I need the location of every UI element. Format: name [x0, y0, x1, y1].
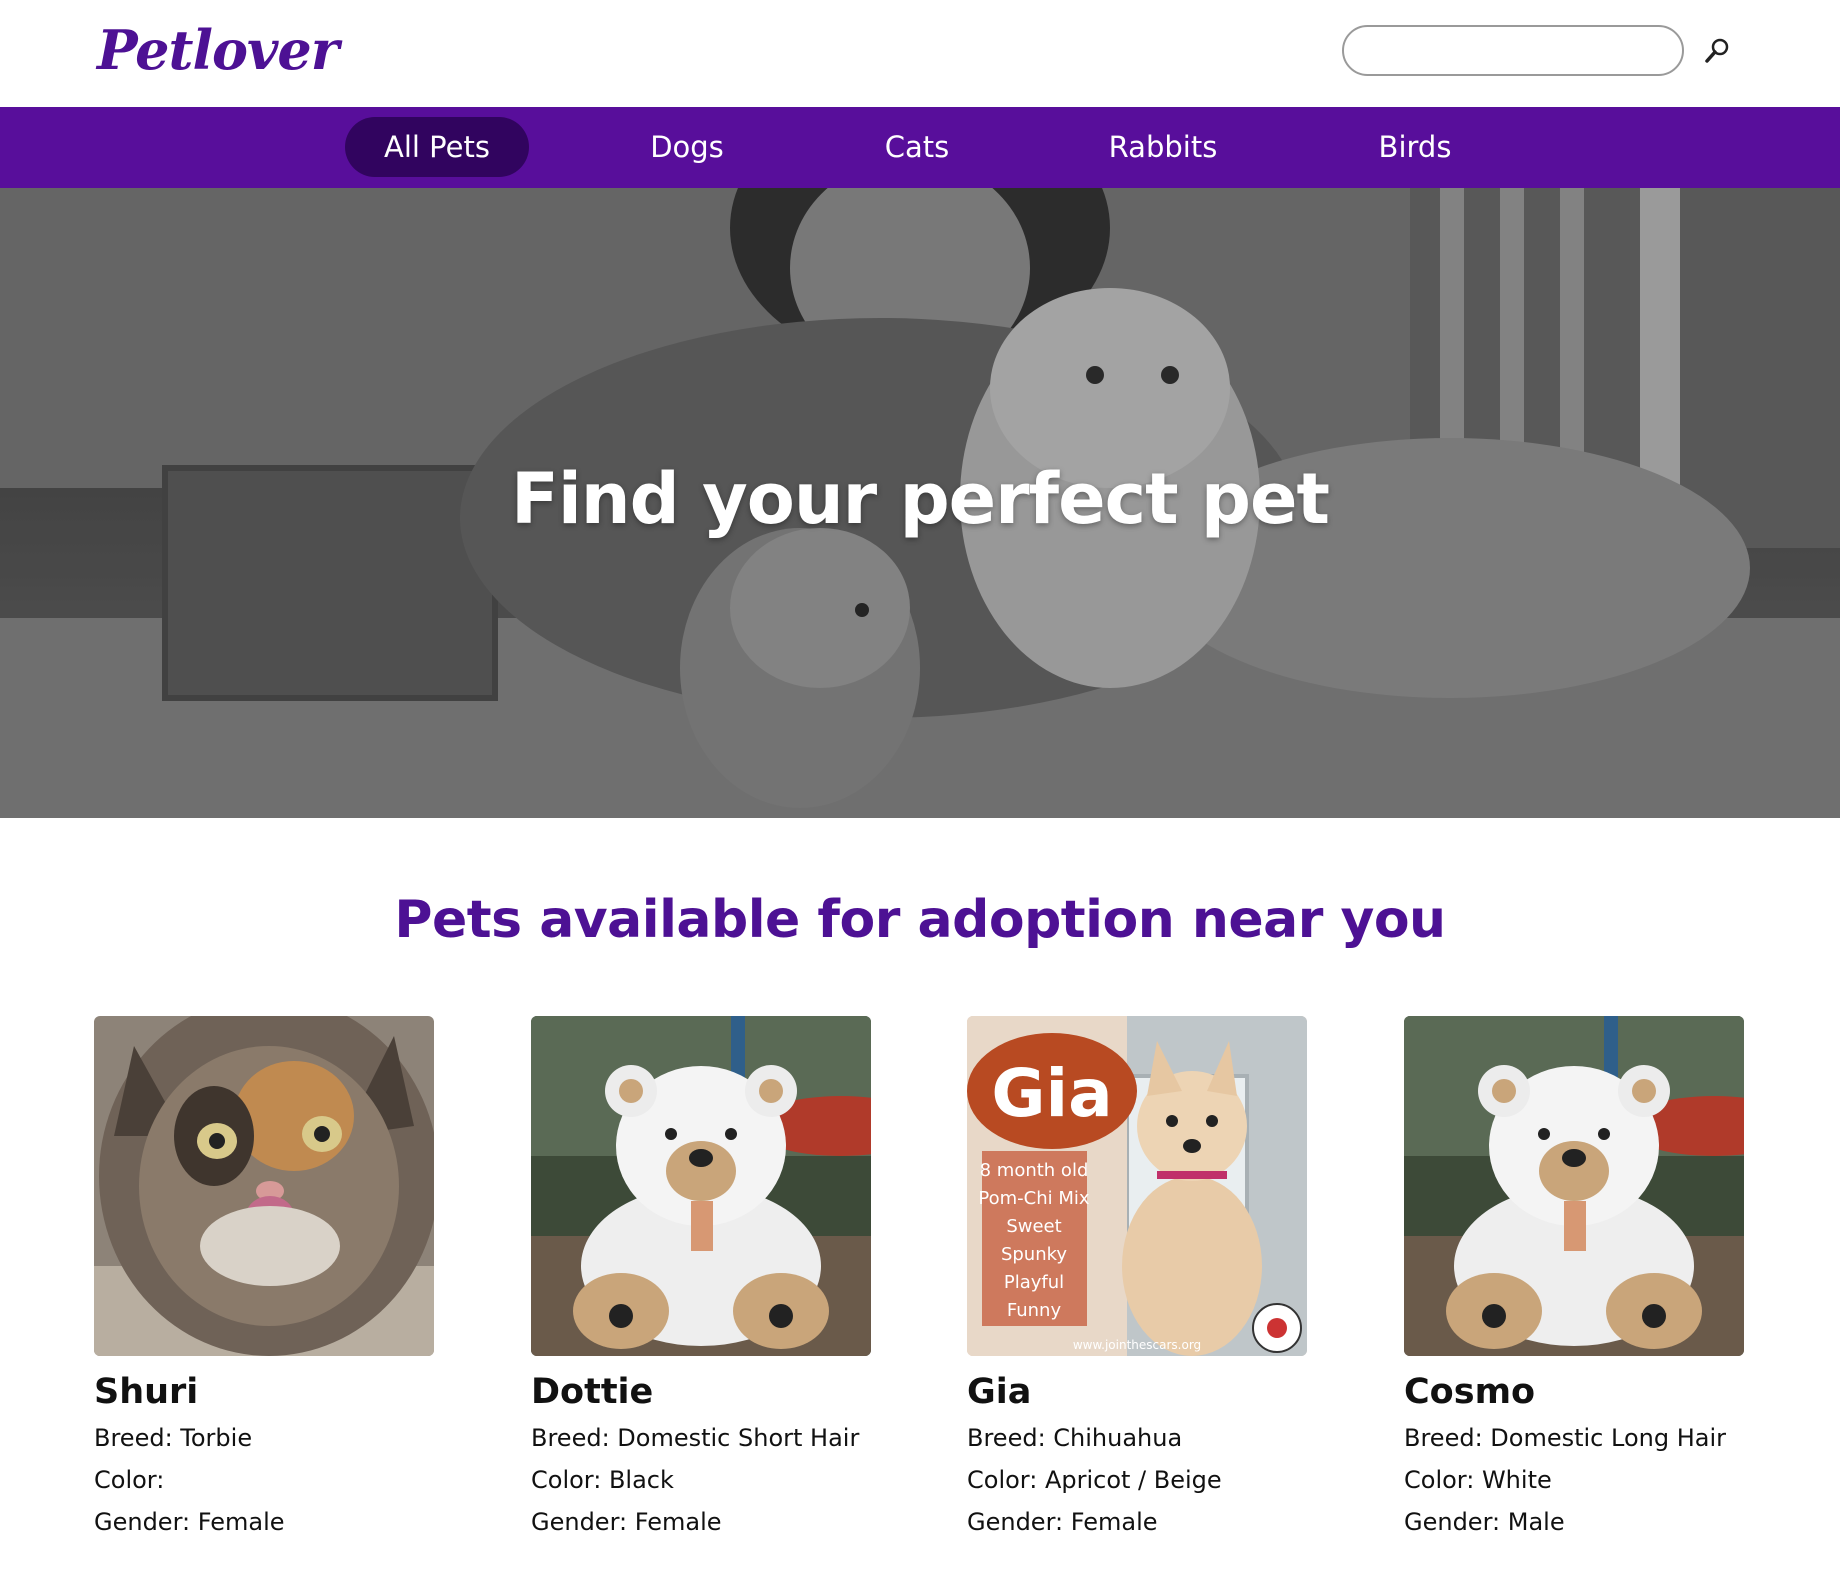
nav-item-dogs[interactable]: Dogs [607, 117, 767, 177]
search-icon[interactable] [1700, 34, 1734, 68]
pet-breed: Breed: Torbie [94, 1424, 253, 1452]
pet-gender: Gender: Male [1404, 1508, 1565, 1536]
svg-text:Playful: Playful [1004, 1272, 1064, 1293]
pet-color: Color: [94, 1466, 165, 1494]
nav-item-all-pets[interactable]: All Pets [345, 117, 529, 177]
pet-name[interactable]: Gia [967, 1372, 1307, 1412]
svg-text:Sweet: Sweet [1006, 1216, 1061, 1237]
hero-banner: Find your perfect pet [0, 188, 1840, 818]
search-input[interactable] [1342, 25, 1684, 76]
hero-title: Find your perfect pet [511, 458, 1330, 540]
site-header: Petlover [0, 0, 1840, 107]
pet-gender: Gender: Female [94, 1508, 285, 1536]
calico-cat-photo[interactable] [94, 1016, 434, 1356]
svg-text:Funny: Funny [1007, 1300, 1062, 1321]
pet-color: Color: Black [531, 1466, 674, 1494]
teddy-bear-photo[interactable] [1404, 1016, 1744, 1356]
pet-name[interactable]: Cosmo [1404, 1372, 1744, 1412]
pet-gender: Gender: Female [967, 1508, 1158, 1536]
pet-breed: Breed: Domestic Long Hair [1404, 1424, 1726, 1452]
svg-text:Spunky: Spunky [1001, 1244, 1067, 1265]
pet-name[interactable]: Dottie [531, 1372, 871, 1412]
pet-color: Color: Apricot / Beige [967, 1466, 1222, 1494]
nav-item-birds[interactable]: Birds [1335, 117, 1495, 177]
category-nav: All Pets Dogs Cats Rabbits Birds [0, 107, 1840, 188]
dog-flyer-photo[interactable]: Gia 8 month old Pom-Chi Mix Sweet Spunky… [967, 1016, 1307, 1356]
pet-card: Cosmo Breed: Domestic Long Hair Color: W… [1404, 1016, 1744, 1536]
nav-item-rabbits[interactable]: Rabbits [1083, 117, 1243, 177]
pet-breed: Breed: Chihuahua [967, 1424, 1183, 1452]
pet-gender: Gender: Female [531, 1508, 722, 1536]
site-logo[interactable]: Petlover [97, 18, 339, 82]
pet-card: Gia 8 month old Pom-Chi Mix Sweet Spunky… [967, 1016, 1307, 1536]
nav-item-cats[interactable]: Cats [837, 117, 997, 177]
pet-card: Dottie Breed: Domestic Short Hair Color:… [531, 1016, 871, 1536]
section-title: Pets available for adoption near you [394, 890, 1446, 950]
teddy-bear-photo[interactable] [531, 1016, 871, 1356]
flyer-title: Gia [991, 1055, 1112, 1132]
pet-card: Shuri Breed: Torbie Color: Gender: Femal… [94, 1016, 434, 1536]
pet-name[interactable]: Shuri [94, 1372, 434, 1412]
svg-text:8 month old: 8 month old [980, 1160, 1089, 1181]
pet-breed: Breed: Domestic Short Hair [531, 1424, 860, 1452]
svg-text:www.jointhescars.org: www.jointhescars.org [1073, 1338, 1201, 1352]
svg-text:Pom-Chi Mix: Pom-Chi Mix [978, 1188, 1089, 1209]
pet-color: Color: White [1404, 1466, 1552, 1494]
